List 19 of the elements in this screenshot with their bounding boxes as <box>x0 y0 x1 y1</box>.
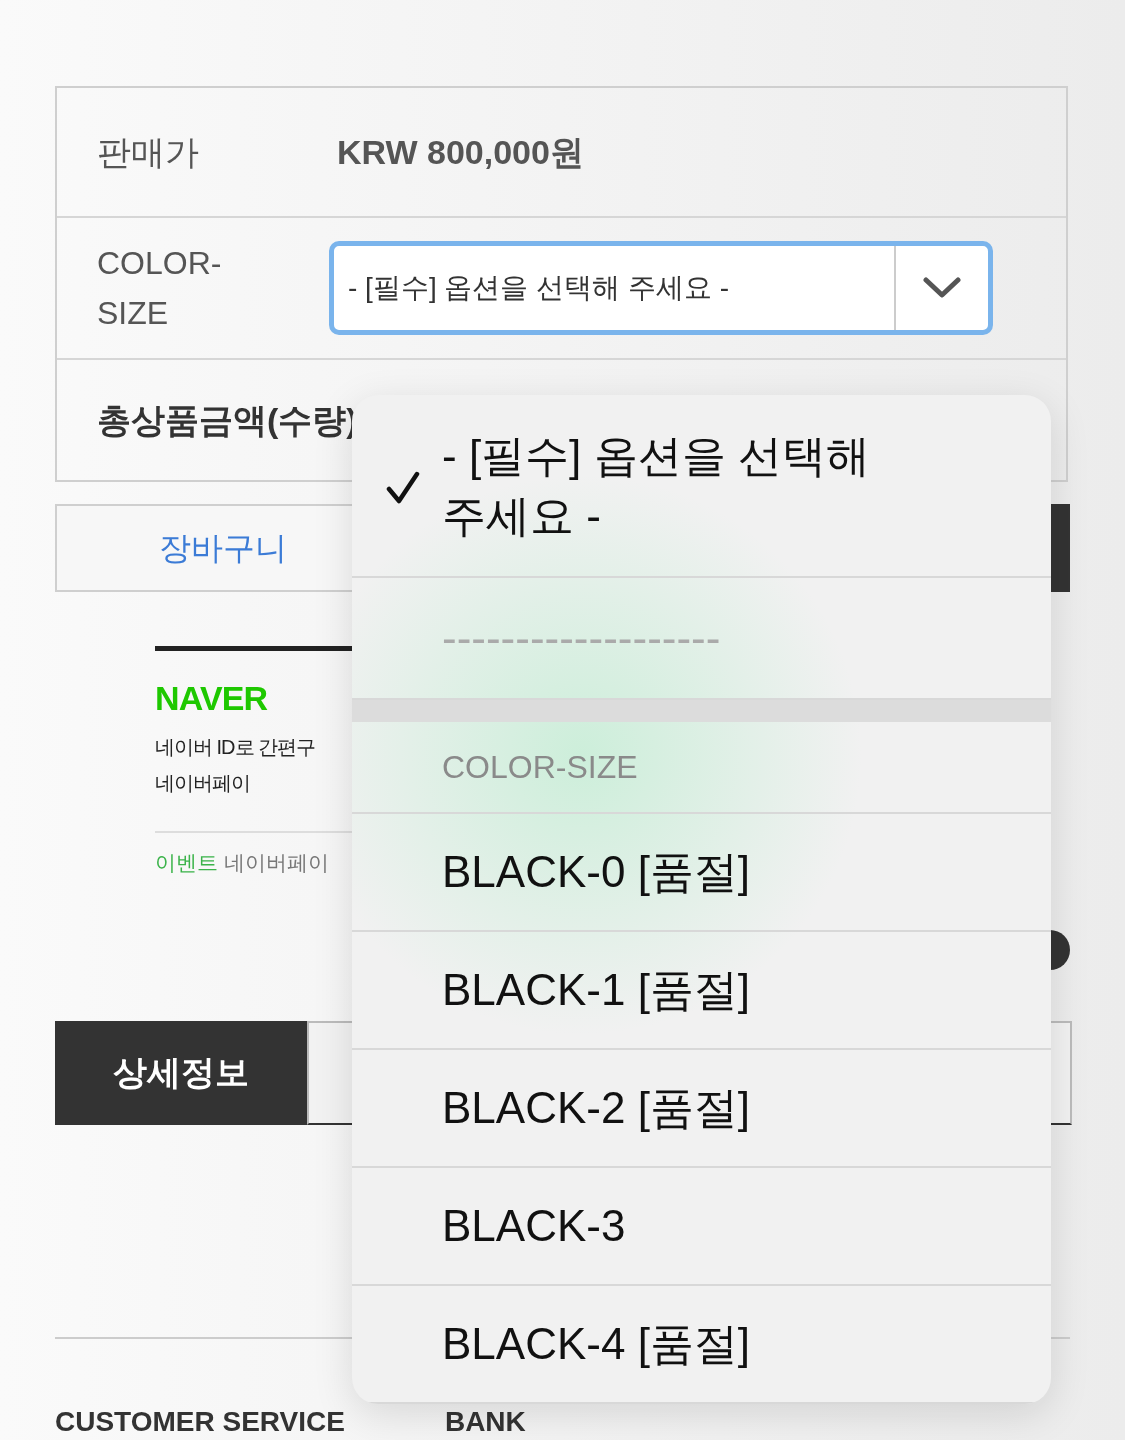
option-item[interactable]: BLACK-4 [품절] <box>352 1286 1051 1404</box>
option-item[interactable]: BLACK-0 [품절] <box>352 814 1051 932</box>
checkmark-icon <box>386 471 420 505</box>
select-value: - [필수] 옵션을 선택해 주세요 - <box>347 271 731 305</box>
naver-logo: NAVER <box>155 681 269 715</box>
option-item[interactable]: BLACK-1 [품절] <box>352 932 1051 1050</box>
option-item[interactable]: BLACK-2 [품절] <box>352 1050 1051 1168</box>
option-label: COLOR-SIZE <box>96 244 223 333</box>
footer-heading: CUSTOMER SERVICE <box>55 1406 345 1438</box>
event-text: 이벤트 네이버페이 <box>155 850 329 876</box>
option-item[interactable]: BLACK-3 <box>352 1168 1051 1286</box>
price-label: 판매가 <box>96 131 200 173</box>
price-value: KRW 800,000원 <box>337 131 584 173</box>
footer-heading: BANK <box>444 1406 526 1438</box>
option-select[interactable]: - [필수] 옵션을 선택해 주세요 - <box>329 241 993 335</box>
chevron-down-icon <box>923 277 961 299</box>
option-group-label: COLOR-SIZE <box>352 722 1051 814</box>
naver-pay-description: 네이버 ID로 간편구 네이버페이 <box>155 735 316 796</box>
tab[interactable]: 상세정보 <box>55 1020 307 1125</box>
